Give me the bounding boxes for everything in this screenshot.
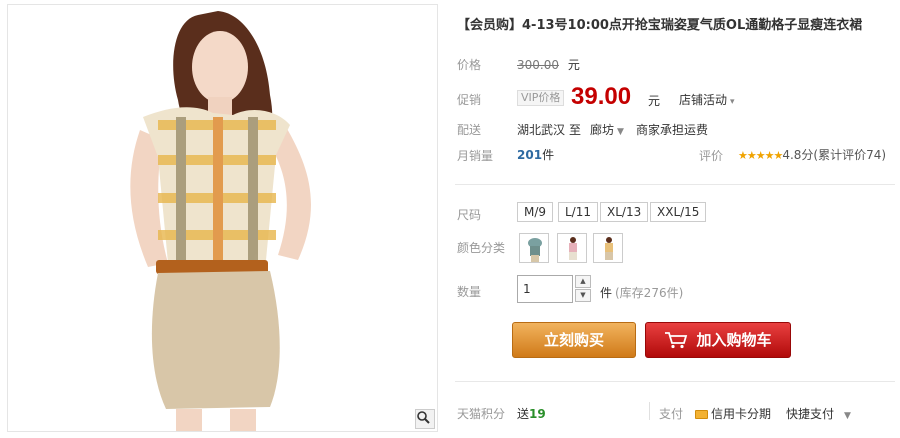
- product-image-panel[interactable]: [7, 4, 438, 432]
- color-option-2[interactable]: [557, 233, 587, 263]
- delivery-label: 配送: [457, 123, 482, 137]
- shop-activity-label: 店铺活动: [679, 93, 728, 107]
- color-swatch-icon: [605, 237, 613, 260]
- quick-pay-label: 快捷支付: [786, 407, 835, 421]
- divider: [455, 381, 895, 382]
- delivery-to-word: 至: [569, 123, 582, 137]
- triangle-down-icon: ▼: [617, 127, 624, 137]
- destination-label: 廊坊: [590, 123, 615, 137]
- delivery-from: 湖北武汉: [517, 123, 566, 137]
- product-title: 【会员购】4-13号10:00点开抢宝瑞姿夏气质OL通勤格子显瘦连衣裙: [457, 18, 863, 33]
- destination-dropdown[interactable]: 廊坊 ▼: [590, 121, 624, 138]
- sale-price: 39.00: [571, 83, 632, 110]
- add-to-cart-label: 加入购物车: [696, 331, 772, 349]
- quantity-input[interactable]: 1: [517, 275, 573, 303]
- magnifier-icon: [417, 411, 430, 424]
- quantity-decrease-button[interactable]: ▼: [575, 289, 591, 302]
- quantity-unit: 件: [600, 286, 613, 300]
- product-info-panel: 【会员购】4-13号10:00点开抢宝瑞姿夏气质OL通勤格子显瘦连衣裙 价格 3…: [455, 0, 900, 438]
- rating-label: 评价: [699, 149, 724, 163]
- star-rating-icon: ★★★★★: [738, 149, 783, 162]
- credit-card-icon: [695, 410, 708, 419]
- color-swatch-icon: [528, 238, 542, 262]
- size-option-m[interactable]: M/9: [517, 202, 554, 222]
- sale-price-currency: 元: [648, 94, 661, 108]
- sales-unit: 件: [542, 148, 555, 162]
- shipping-note: 商家承担运费: [636, 123, 709, 137]
- color-swatch-icon: [569, 237, 577, 260]
- monthly-sales-label: 月销量: [457, 149, 494, 163]
- credit-card-installment[interactable]: 信用卡分期: [695, 405, 771, 422]
- promo-label: 促销: [457, 93, 482, 107]
- points-value: 19: [529, 407, 546, 421]
- quick-pay-dropdown[interactable]: 快捷支付 ▼: [786, 405, 851, 422]
- triangle-down-icon: ▼: [844, 411, 851, 421]
- add-to-cart-button[interactable]: 加入购物车: [645, 322, 791, 358]
- chevron-down-icon: ▾: [730, 97, 735, 107]
- size-option-xxl[interactable]: XXL/15: [650, 202, 707, 222]
- quantity-increase-button[interactable]: ▲: [575, 275, 591, 288]
- quantity-label: 数量: [457, 285, 482, 299]
- divider: [455, 184, 895, 185]
- size-label: 尺码: [457, 208, 482, 222]
- original-price: 300.00 元: [517, 56, 580, 73]
- original-price-currency: 元: [567, 58, 580, 72]
- points-info: 送19: [517, 405, 546, 422]
- original-price-value: 300.00: [517, 58, 559, 72]
- shop-activity-dropdown[interactable]: 店铺活动 ▾: [679, 91, 735, 108]
- divider: [649, 402, 650, 420]
- points-prefix: 送: [517, 407, 530, 421]
- vip-price-tag: VIP价格: [517, 90, 565, 106]
- stock-info: (库存276件): [615, 286, 684, 300]
- size-option-l[interactable]: L/11: [558, 202, 598, 222]
- points-label: 天猫积分: [457, 407, 506, 421]
- color-option-3[interactable]: [593, 233, 623, 263]
- buy-now-button[interactable]: 立刻购买: [512, 322, 636, 358]
- product-photo: [130, 11, 311, 431]
- shopping-cart-icon: [665, 332, 688, 349]
- price-label: 价格: [457, 58, 482, 72]
- size-option-xl[interactable]: XL/13: [600, 202, 649, 222]
- sales-count: 201: [517, 148, 543, 162]
- color-label: 颜色分类: [457, 241, 506, 255]
- color-option-1[interactable]: [519, 233, 549, 263]
- zoom-button[interactable]: [415, 409, 435, 429]
- rating-text: 4.8分(累计评价74): [782, 148, 887, 162]
- credit-card-label: 信用卡分期: [711, 407, 772, 421]
- monthly-sales: 201件: [517, 146, 554, 163]
- rating-summary[interactable]: ★★★★★4.8分(累计评价74): [738, 146, 886, 163]
- payment-label: 支付: [659, 407, 684, 421]
